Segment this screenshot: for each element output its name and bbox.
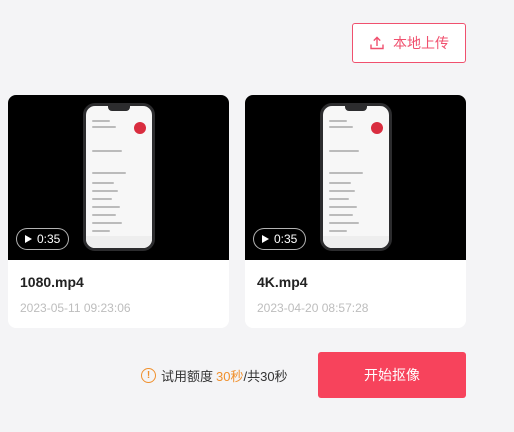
video-card[interactable]: 0:35 4K.mp4 2023-04-20 08:57:28 (245, 95, 466, 328)
video-thumbnail[interactable]: 0:35 (245, 95, 466, 260)
warning-circle-icon: ! (141, 367, 156, 383)
duration-label: 0:35 (37, 232, 61, 246)
quota-used: 30秒 (216, 368, 244, 384)
video-date: 2023-05-11 09:23:06 (20, 301, 131, 315)
trial-quota: ! 试用额度 30秒 /共30秒 (141, 366, 288, 384)
local-upload-label: 本地上传 (393, 35, 449, 51)
upload-icon (370, 36, 384, 50)
play-duration-button[interactable]: 0:35 (253, 228, 307, 250)
duration-label: 0:35 (274, 232, 298, 246)
play-icon (262, 235, 269, 243)
phone-preview (320, 103, 392, 251)
video-filename: 1080.mp4 (20, 274, 84, 290)
quota-label: 试用额度 (161, 368, 214, 384)
play-duration-button[interactable]: 0:35 (16, 228, 70, 250)
video-thumbnail[interactable]: 0:35 (8, 95, 229, 260)
video-card[interactable]: 0:35 1080.mp4 2023-05-11 09:23:06 (8, 95, 229, 328)
local-upload-button[interactable]: 本地上传 (352, 23, 466, 63)
phone-preview (83, 103, 155, 251)
video-filename: 4K.mp4 (257, 274, 308, 290)
start-matting-button[interactable]: 开始抠像 (318, 352, 466, 398)
video-date: 2023-04-20 08:57:28 (257, 301, 369, 315)
start-matting-label: 开始抠像 (364, 367, 420, 383)
play-icon (25, 235, 32, 243)
quota-total: /共30秒 (243, 368, 288, 384)
